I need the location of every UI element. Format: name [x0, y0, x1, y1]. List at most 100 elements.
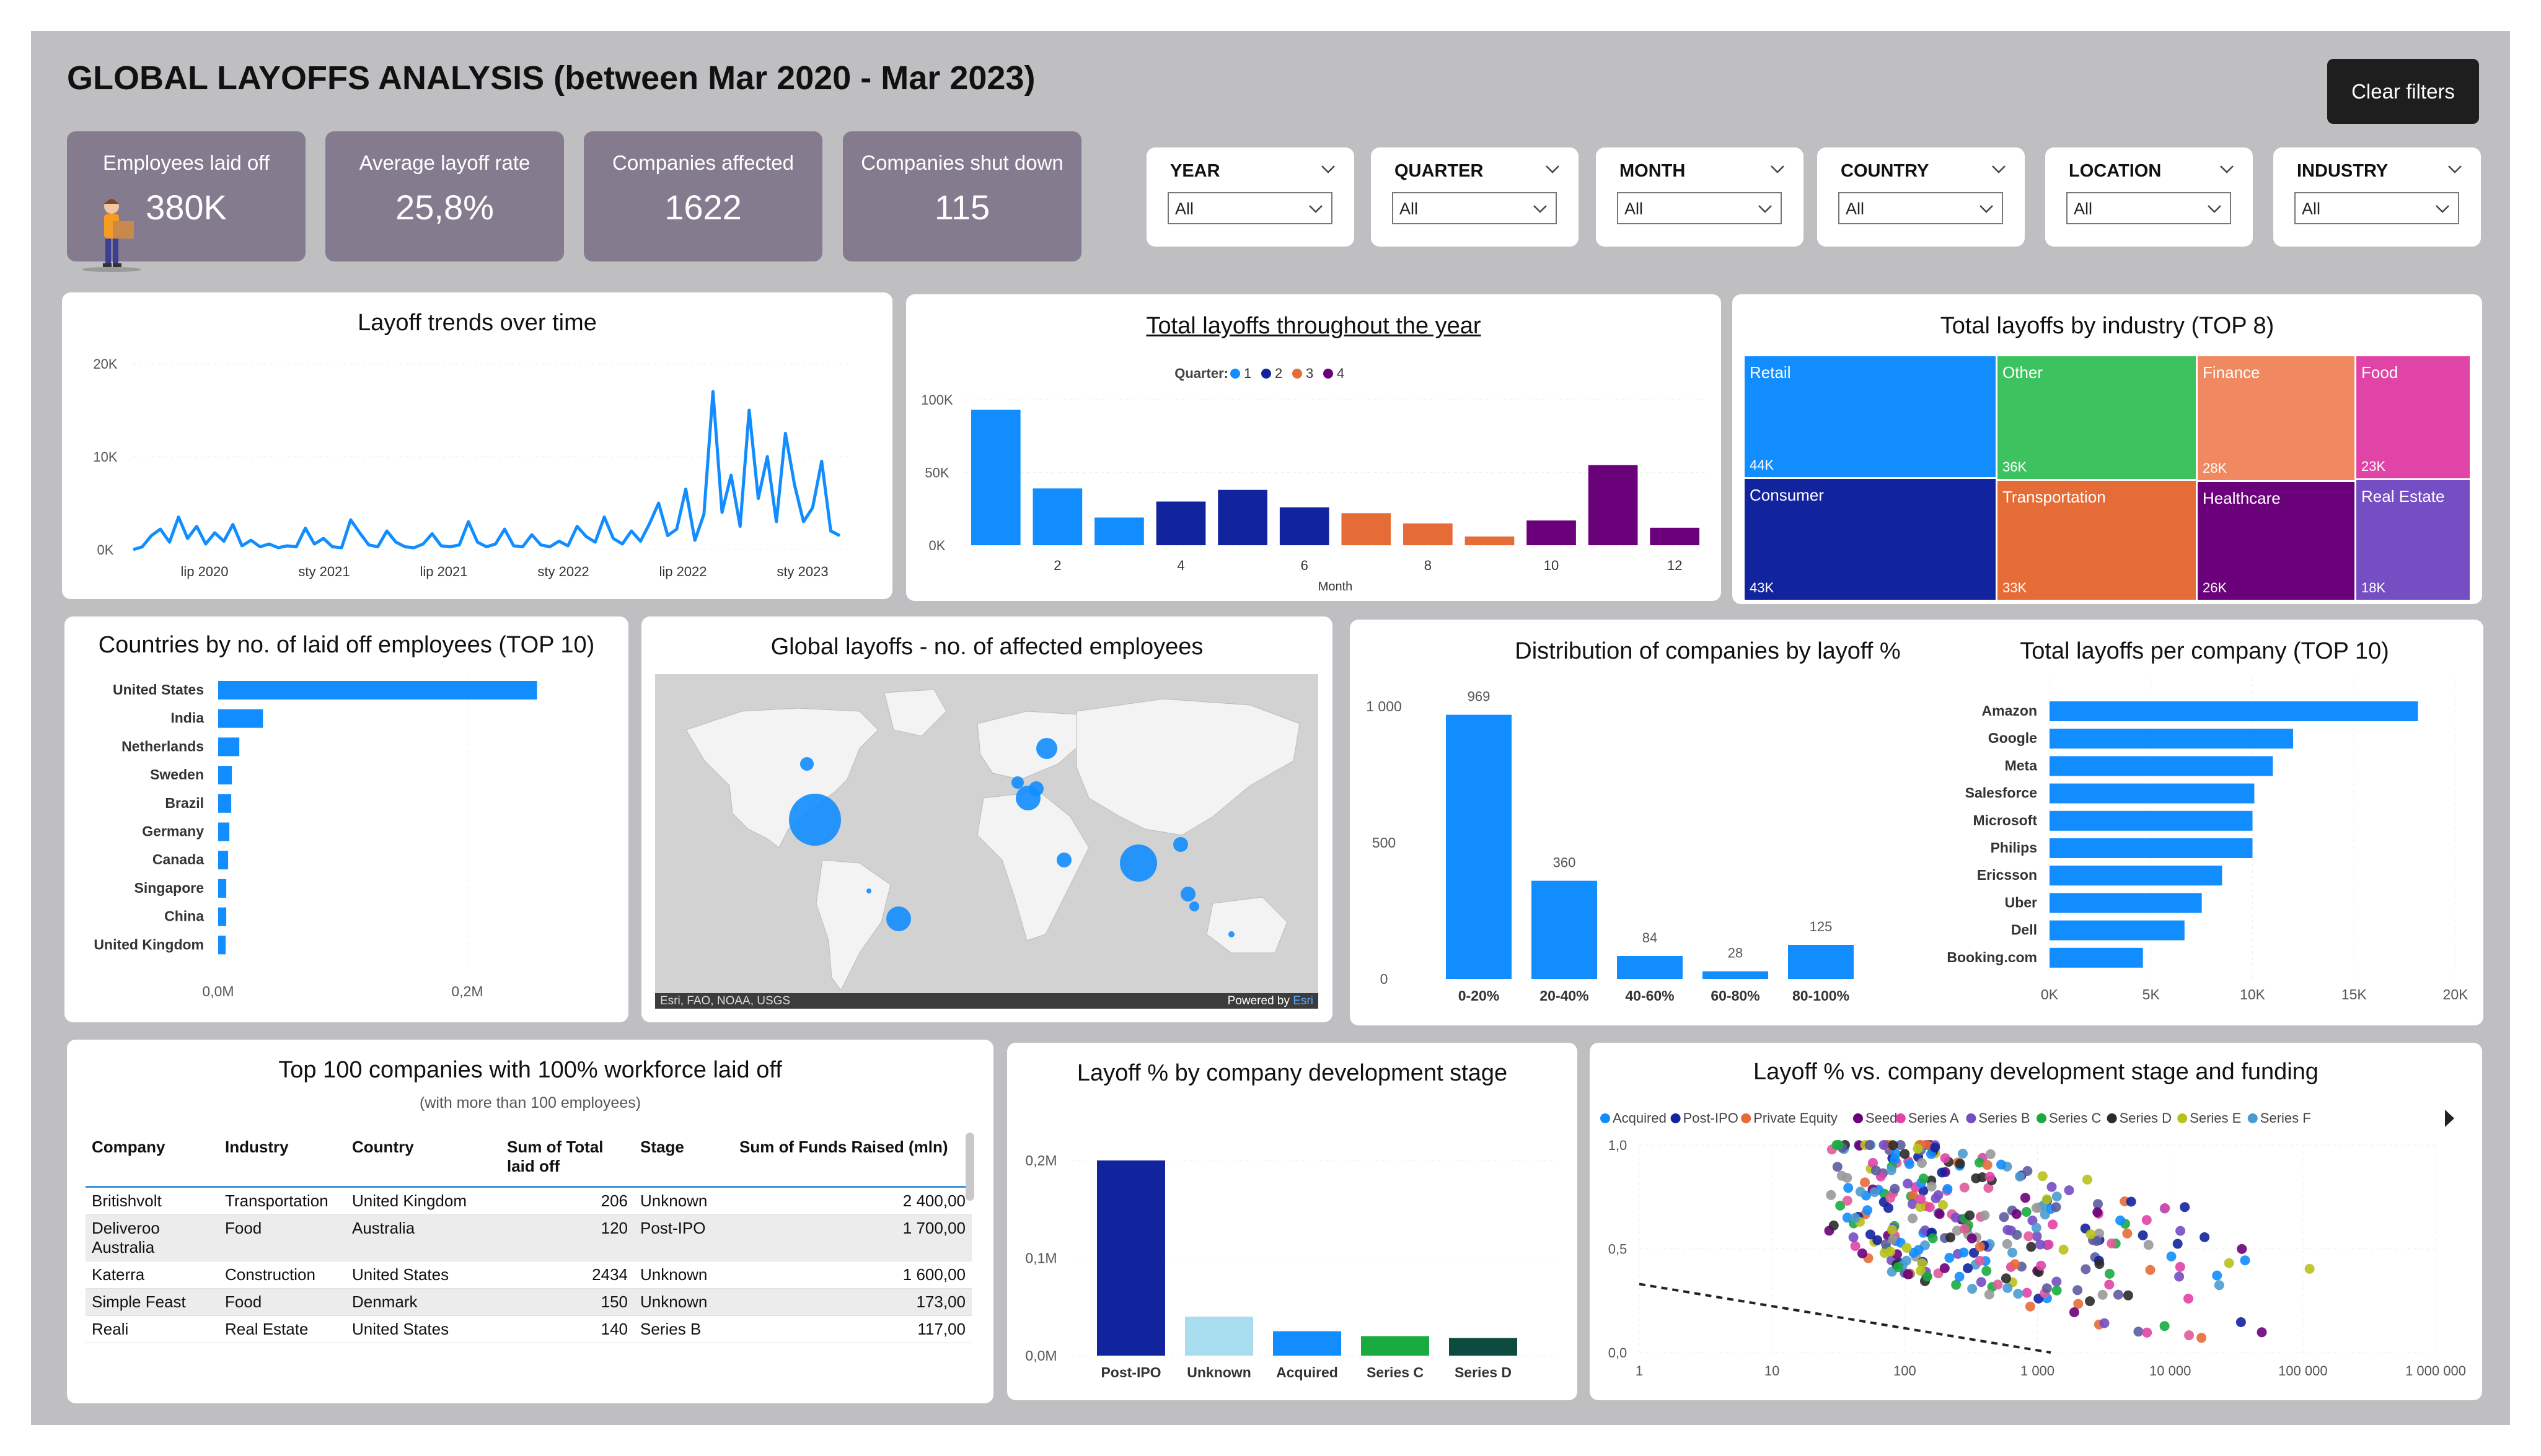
slicer-title: COUNTRY	[1841, 161, 1929, 181]
y-tick-label: 1,0	[1608, 1138, 1627, 1153]
slicer-quarter[interactable]: QUARTER All	[1371, 147, 1579, 247]
slicer-country[interactable]: COUNTRY All	[1817, 147, 2025, 247]
scatter-point	[1833, 1140, 1844, 1150]
scatter-point	[1933, 1190, 1944, 1200]
bar-country	[218, 681, 537, 699]
scatter-point	[1842, 1195, 1852, 1206]
legend-title: Quarter:	[1174, 366, 1228, 381]
bar-bucket	[1531, 880, 1597, 979]
world-map[interactable]: Esri, FAO, NOAA, USGS Powered by Esri	[655, 674, 1318, 1009]
chevron-down-icon[interactable]	[1319, 160, 1337, 178]
legend-label: 1	[1244, 366, 1251, 381]
slicer-dropdown[interactable]: All	[1617, 192, 1782, 224]
scatter-point	[2122, 1228, 2133, 1239]
treemap-label: Retail	[1750, 363, 1790, 382]
kpi-companies-shut-down: Companies shut down 115	[843, 131, 1081, 261]
column-header[interactable]: Country	[346, 1134, 501, 1188]
column-header[interactable]: Sum of Funds Raised (mln)	[733, 1134, 972, 1188]
table-row[interactable]: Britishvolt Transportation United Kingdo…	[86, 1186, 972, 1215]
bar-company	[2050, 866, 2222, 886]
cell-funds: 173,00	[733, 1288, 972, 1316]
scatter-point	[1850, 1241, 1861, 1252]
bubble-brazil	[886, 906, 911, 931]
slicer-dropdown[interactable]: All	[2294, 192, 2459, 224]
bubble-united-states	[789, 794, 841, 846]
panel-map: Global layoffs - no. of affected employe…	[641, 616, 1332, 1022]
scatter-point	[1959, 1224, 1970, 1234]
table-row[interactable]: Simple Feast Food Denmark 150 Unknown 17…	[86, 1288, 972, 1316]
kpi-value: 25,8%	[395, 188, 494, 227]
scatter-point	[1917, 1258, 1927, 1268]
bar-month	[1033, 488, 1083, 545]
scatter-point	[2138, 1230, 2148, 1240]
slicer-dropdown[interactable]: All	[1392, 192, 1557, 224]
y-tick-label: 100K	[921, 392, 953, 408]
x-tick-label: lip 2022	[659, 564, 707, 579]
slicer-dropdown[interactable]: All	[1168, 192, 1332, 224]
column-header[interactable]: Industry	[219, 1134, 346, 1188]
chevron-down-icon[interactable]	[2446, 160, 2464, 178]
table-scrollbar[interactable]	[966, 1133, 974, 1201]
category-label: Singapore	[134, 880, 204, 896]
scatter-point	[1937, 1167, 1947, 1178]
scatter-point	[2113, 1289, 2123, 1300]
clear-filters-button[interactable]: Clear filters	[2327, 59, 2479, 124]
data-table: Company Industry Country Sum of Total la…	[86, 1134, 972, 1343]
y-tick-label: 0,1M	[1025, 1250, 1057, 1266]
scatter-point	[1944, 1253, 1955, 1263]
treemap-label: Finance	[2203, 363, 2260, 382]
legend-marker	[1853, 1113, 1863, 1123]
chevron-down-icon[interactable]	[2218, 160, 2235, 178]
cell-total: 140	[501, 1315, 634, 1343]
x-tick-label: 10	[1544, 558, 1559, 573]
bar-country	[218, 709, 263, 728]
x-tick-label: 1 000 000	[2405, 1363, 2466, 1379]
y-tick-label: 1 000	[1366, 698, 1402, 714]
scatter-point	[2031, 1203, 2041, 1213]
treemap-label: Consumer	[1750, 486, 1824, 504]
slicer-year[interactable]: YEAR All	[1147, 147, 1354, 247]
legend-label: Private Equity	[1753, 1110, 1838, 1126]
chevron-down-icon[interactable]	[1544, 160, 1561, 178]
scatter-point	[1903, 1178, 1913, 1189]
x-tick-label: sty 2022	[537, 564, 589, 579]
bar-country	[218, 907, 227, 926]
category-label: Google	[1988, 730, 2037, 746]
scatter-point	[2196, 1333, 2207, 1343]
data-label: 28	[1728, 945, 1743, 961]
table-row[interactable]: Katerra Construction United States 2434 …	[86, 1261, 972, 1289]
scatter-point	[1922, 1271, 1932, 1282]
slicer-dropdown[interactable]: All	[1838, 192, 2003, 224]
table-row[interactable]: Deliveroo Australia Food Australia 120 P…	[86, 1214, 972, 1261]
scatter-point	[2092, 1207, 2103, 1217]
legend-marker	[2177, 1113, 2188, 1123]
slicer-month[interactable]: MONTH All	[1596, 147, 1803, 247]
cell-company: Britishvolt	[86, 1186, 219, 1215]
cell-funds: 1 600,00	[733, 1261, 972, 1289]
treemap-value: 44K	[1750, 457, 1774, 473]
chevron-down-icon[interactable]	[1990, 160, 2007, 178]
cell-industry: Food	[219, 1214, 346, 1261]
column-header[interactable]: Stage	[634, 1134, 733, 1188]
slicer-value: All	[1846, 200, 1865, 218]
column-header[interactable]: Sum of Total laid off	[501, 1134, 634, 1188]
slicer-dropdown[interactable]: All	[2066, 192, 2231, 224]
slicer-value: All	[2302, 200, 2321, 218]
y-tick-label: 10K	[93, 449, 117, 465]
scatter-point	[2212, 1270, 2222, 1281]
legend-marker	[1670, 1113, 1681, 1123]
x-tick-label: 1 000	[2020, 1363, 2054, 1379]
chevron-down-icon[interactable]	[1769, 160, 1786, 178]
x-tick-label: 100 000	[2278, 1363, 2328, 1379]
column-header[interactable]: Company	[86, 1134, 219, 1188]
treemap-chart: Retail 44K Consumer 43K Other 36K Transportati…	[1745, 356, 2470, 600]
slicer-location[interactable]: LOCATION All	[2045, 147, 2253, 247]
panel-stage-bars: Layoff % by company development stage 0,…	[1007, 1043, 1577, 1400]
scatter-point	[2069, 1307, 2079, 1317]
x-tick-label: lip 2021	[420, 564, 467, 579]
kpi-label: Employees laid off	[102, 151, 270, 174]
chevron-down-icon	[1533, 205, 1547, 213]
table-row[interactable]: Reali Real Estate United States 140 Seri…	[86, 1315, 972, 1343]
slicer-industry[interactable]: INDUSTRY All	[2273, 147, 2481, 247]
category-label: India	[170, 710, 204, 726]
